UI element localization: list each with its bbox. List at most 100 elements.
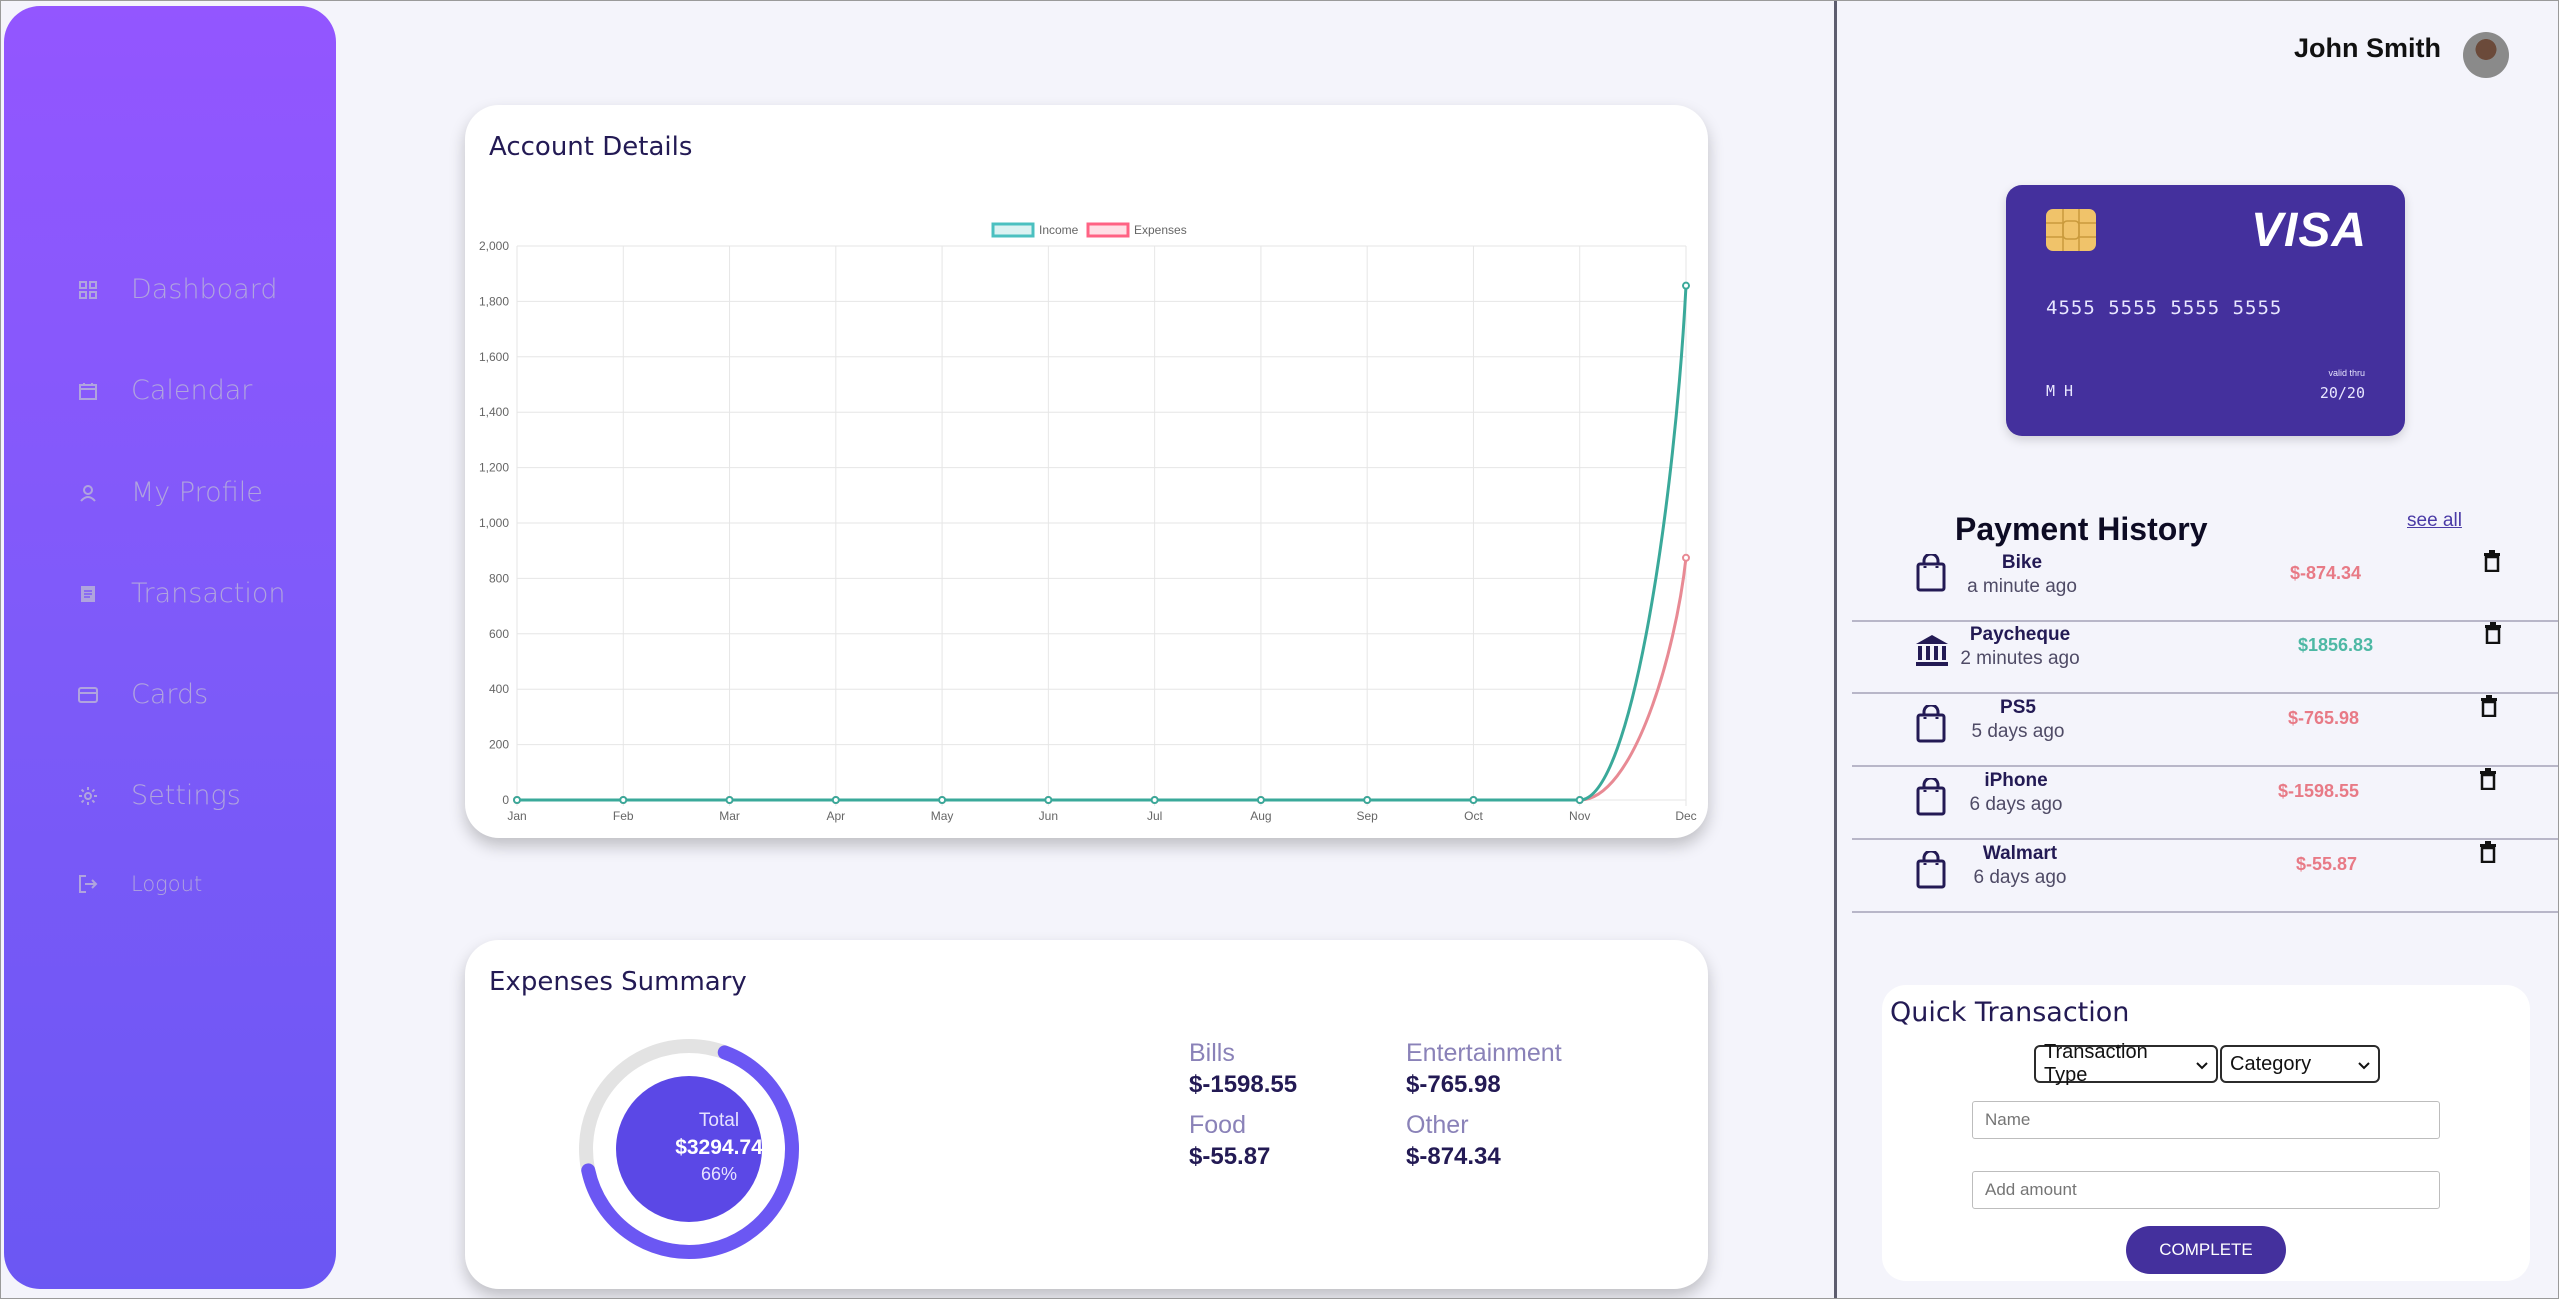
trash-icon[interactable] <box>2480 695 2500 719</box>
payment-amount: $-55.87 <box>2296 854 2358 874</box>
expense-category-value: $-55.87 <box>1189 1143 1271 1170</box>
x-tick-label: Oct <box>1464 809 1483 823</box>
data-point <box>725 796 734 804</box>
payment-history-row: Paycheque 2 minutes ago $1856.83 <box>1852 620 2559 694</box>
x-tick-label: Apr <box>826 809 845 823</box>
card-valid-label: valid thru <box>2328 368 2365 378</box>
quick-transaction-title: Quick Transaction <box>1890 997 2130 1028</box>
sidebar-item-label: Cards <box>131 679 209 710</box>
gear-icon <box>78 786 98 806</box>
y-tick-label: 1,800 <box>479 294 509 308</box>
expense-category-label: Other <box>1406 1111 1469 1139</box>
payment-history-row: Bike a minute ago $-874.34 <box>1852 548 2559 622</box>
series-line-income <box>517 285 1688 802</box>
payment-time: 2 minutes ago <box>1960 648 2080 669</box>
y-tick-label: 600 <box>489 627 509 641</box>
amount-input[interactable] <box>1972 1171 2440 1209</box>
legend-label: Expenses <box>1134 223 1187 237</box>
payment-history-title: Payment History <box>1955 511 2208 547</box>
donut-percent: 66% <box>700 1164 738 1184</box>
payment-name: Paycheque <box>1969 624 2071 645</box>
sidebar-item-my-profile[interactable]: My Profile <box>78 477 263 508</box>
grid-icon <box>78 280 98 300</box>
x-tick-label: Jun <box>1039 809 1058 823</box>
data-point <box>831 796 840 804</box>
sidebar-item-dashboard[interactable]: Dashboard <box>78 274 277 305</box>
expense-category-value: $-1598.55 <box>1189 1071 1298 1098</box>
card-holder: M H <box>2046 382 2074 400</box>
payment-time: a minute ago <box>1967 576 2077 597</box>
user-name: John Smith <box>2294 33 2441 63</box>
y-tick-label: 2,000 <box>479 239 509 253</box>
see-all-link[interactable]: see all <box>2407 510 2462 532</box>
name-input[interactable] <box>1972 1101 2440 1139</box>
y-tick-label: 200 <box>489 738 509 752</box>
credit-card-icon <box>78 685 98 705</box>
series-line-expenses <box>517 557 1688 802</box>
user-icon <box>78 483 98 503</box>
logout-icon <box>78 874 98 894</box>
x-tick-label: Aug <box>1250 809 1271 823</box>
data-point <box>513 796 521 804</box>
transaction-type-value: Transaction Type <box>2044 1041 2148 1086</box>
complete-button[interactable]: COMPLETE <box>2126 1226 2286 1274</box>
expense-category-value: $-874.34 <box>1406 1143 1501 1170</box>
sidebar-item-logout[interactable]: Logout <box>78 872 202 896</box>
legend-swatch <box>991 222 1035 238</box>
trash-icon[interactable] <box>2483 550 2503 574</box>
avatar[interactable] <box>2463 32 2509 78</box>
y-tick-label: 1,200 <box>479 461 509 475</box>
payment-amount: $-874.34 <box>2290 563 2362 583</box>
payment-amount: $-765.98 <box>2288 708 2360 728</box>
sidebar-item-transaction[interactable]: Transaction <box>78 578 285 609</box>
panel-divider <box>1834 0 1837 1299</box>
sidebar-item-cards[interactable]: Cards <box>78 679 208 710</box>
trash-icon[interactable] <box>2479 768 2499 792</box>
x-tick-label: Sep <box>1357 809 1379 823</box>
category-select[interactable]: Category <box>2220 1045 2380 1083</box>
transaction-type-select[interactable]: Transaction Type <box>2034 1041 2218 1086</box>
data-point <box>1150 796 1159 804</box>
data-point <box>619 796 628 804</box>
expense-category-label: Entertainment <box>1406 1039 1562 1067</box>
data-point <box>1256 796 1265 804</box>
data-point <box>938 796 947 804</box>
sidebar-item-calendar[interactable]: Calendar <box>78 375 252 406</box>
payment-name: PS5 <box>2000 697 2036 718</box>
x-tick-label: Dec <box>1675 809 1696 823</box>
x-tick-label: Feb <box>613 809 634 823</box>
payment-name: Bike <box>2001 552 2043 573</box>
data-point <box>1469 796 1478 804</box>
payment-amount: $1856.83 <box>2298 635 2374 655</box>
payment-history-row: PS5 5 days ago $-765.98 <box>1852 693 2559 767</box>
y-tick-label: 400 <box>489 682 509 696</box>
x-tick-label: Mar <box>719 809 740 823</box>
payment-time: 6 days ago <box>1973 867 2067 888</box>
y-tick-label: 1,000 <box>479 516 509 530</box>
payment-amount: $-1598.55 <box>2278 781 2360 801</box>
sidebar-item-label: Logout <box>131 872 203 896</box>
data-point <box>1575 796 1584 804</box>
sidebar-item-label: Transaction <box>131 578 286 609</box>
sidebar-item-label: Calendar <box>131 375 253 406</box>
sidebar: Dashboard Calendar My Profile Transactio… <box>4 6 336 1289</box>
account-details-title: Account Details <box>489 132 693 162</box>
expense-category-label: Food <box>1189 1111 1246 1139</box>
sidebar-item-label: Settings <box>131 780 241 811</box>
trash-icon[interactable] <box>2484 622 2504 646</box>
card-number: 4555 5555 5555 5555 <box>2046 297 2283 319</box>
account-chart: 0 200 400 600 800 1,000 1,200 1,400 1,600 1,800 2,… <box>465 210 1708 835</box>
card-valid: 20/20 <box>2319 384 2365 402</box>
expense-category-value: $-765.98 <box>1406 1071 1501 1098</box>
chevron-down-icon <box>2196 1053 2208 1076</box>
trash-icon[interactable] <box>2479 841 2499 865</box>
y-tick-label: 800 <box>489 571 509 585</box>
donut-total-label: Total <box>698 1110 740 1131</box>
sidebar-item-settings[interactable]: Settings <box>78 780 241 811</box>
payment-history-row: Walmart 6 days ago $-55.87 <box>1852 839 2559 913</box>
document-icon <box>78 584 98 604</box>
x-tick-label: Nov <box>1569 809 1590 823</box>
category-value: Category <box>2230 1052 2312 1075</box>
card-chip-icon <box>2046 209 2096 251</box>
x-tick-label: Jul <box>1147 809 1162 823</box>
